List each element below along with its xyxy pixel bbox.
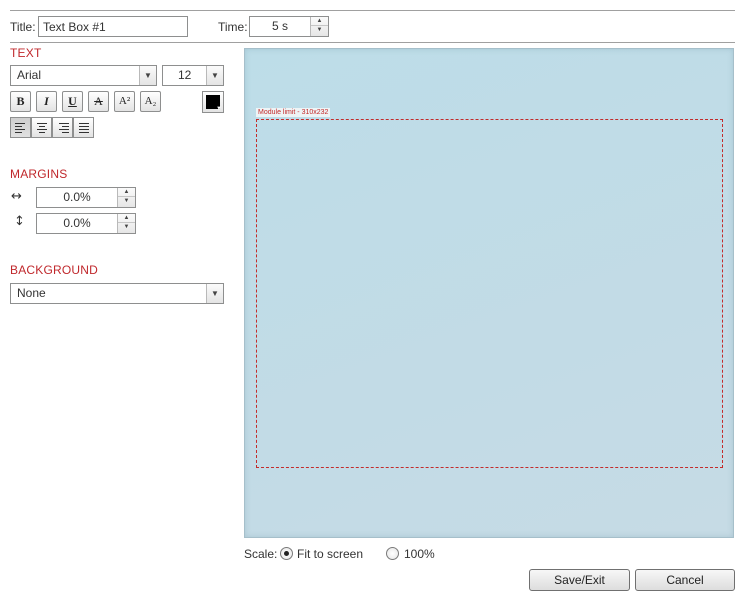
bold-button[interactable]: B	[10, 91, 31, 112]
align-justify-icon	[79, 123, 89, 133]
fit-to-screen-radio[interactable]	[280, 547, 293, 560]
bold-icon: B	[16, 94, 25, 108]
horizontal-margin-up-arrow-icon[interactable]: ▲	[118, 188, 135, 197]
title-field[interactable]	[38, 16, 188, 37]
header-divider	[10, 42, 735, 43]
margins-section-heading: MARGINS	[10, 167, 68, 181]
title-input[interactable]	[43, 17, 183, 36]
preview-canvas[interactable]: Module limit - 310x232	[244, 48, 734, 538]
vertical-margin-up-arrow-icon[interactable]: ▲	[118, 214, 135, 223]
background-section-heading: BACKGROUND	[10, 263, 99, 277]
color-dropdown-icon: ▼	[216, 106, 222, 112]
background-select[interactable]: None ▼	[10, 283, 224, 304]
font-family-select[interactable]: Arial ▼	[10, 65, 157, 86]
align-left-icon	[15, 123, 25, 133]
superscript-button[interactable]: A²	[114, 91, 135, 112]
vertical-margin-value: 0.0%	[63, 216, 91, 230]
title-label: Title:	[10, 20, 36, 34]
time-label: Time:	[218, 20, 248, 34]
subscript-button[interactable]: A₂	[140, 91, 161, 112]
italic-button[interactable]: I	[36, 91, 57, 112]
align-right-icon	[59, 123, 69, 133]
vertical-margin-stepper[interactable]: 0.0% ▲ ▼	[36, 213, 136, 234]
strikethrough-button[interactable]: A	[88, 91, 109, 112]
vertical-margin-icon: ↕	[14, 214, 25, 229]
horizontal-margin-value: 0.0%	[63, 190, 91, 204]
font-family-dropdown-icon[interactable]: ▼	[139, 66, 156, 85]
time-stepper[interactable]: 5 s ▲ ▼	[249, 16, 329, 37]
superscript-icon: A²	[118, 95, 131, 107]
fit-to-screen-label[interactable]: Fit to screen	[297, 547, 363, 561]
module-limit-label: Module limit - 310x232	[256, 108, 331, 117]
radio-selected-dot	[284, 551, 289, 556]
full-size-radio[interactable]	[386, 547, 399, 560]
font-size-select[interactable]: 12 ▼	[162, 65, 224, 86]
full-size-label[interactable]: 100%	[404, 547, 435, 561]
align-right-button[interactable]	[52, 117, 73, 138]
time-down-arrow-icon[interactable]: ▼	[311, 26, 328, 35]
font-size-dropdown-icon[interactable]: ▼	[206, 66, 223, 85]
time-up-arrow-icon[interactable]: ▲	[311, 17, 328, 26]
align-center-button[interactable]	[31, 117, 52, 138]
module-limit-box	[256, 119, 723, 468]
save-exit-button[interactable]: Save/Exit	[529, 569, 630, 591]
align-left-button[interactable]	[10, 117, 31, 138]
background-value: None	[17, 286, 46, 300]
italic-icon: I	[44, 94, 49, 108]
align-justify-button[interactable]	[73, 117, 94, 138]
font-family-value: Arial	[17, 68, 42, 82]
vertical-margin-down-arrow-icon[interactable]: ▼	[118, 223, 135, 232]
cancel-button[interactable]: Cancel	[635, 569, 735, 591]
text-section-heading: TEXT	[10, 46, 42, 60]
align-center-icon	[37, 123, 47, 133]
font-size-value: 12	[178, 68, 192, 82]
top-divider	[10, 10, 735, 11]
scale-label: Scale:	[244, 547, 278, 561]
underline-icon: U	[68, 94, 77, 108]
time-value: 5 s	[271, 19, 288, 33]
horizontal-margin-stepper[interactable]: 0.0% ▲ ▼	[36, 187, 136, 208]
strikethrough-icon: A	[94, 94, 103, 108]
horizontal-margin-down-arrow-icon[interactable]: ▼	[118, 197, 135, 206]
horizontal-margin-icon: ↔	[11, 189, 22, 204]
background-dropdown-icon[interactable]: ▼	[206, 284, 223, 303]
subscript-icon: A₂	[144, 95, 157, 107]
text-color-picker[interactable]: ▼	[202, 91, 224, 113]
underline-button[interactable]: U	[62, 91, 83, 112]
